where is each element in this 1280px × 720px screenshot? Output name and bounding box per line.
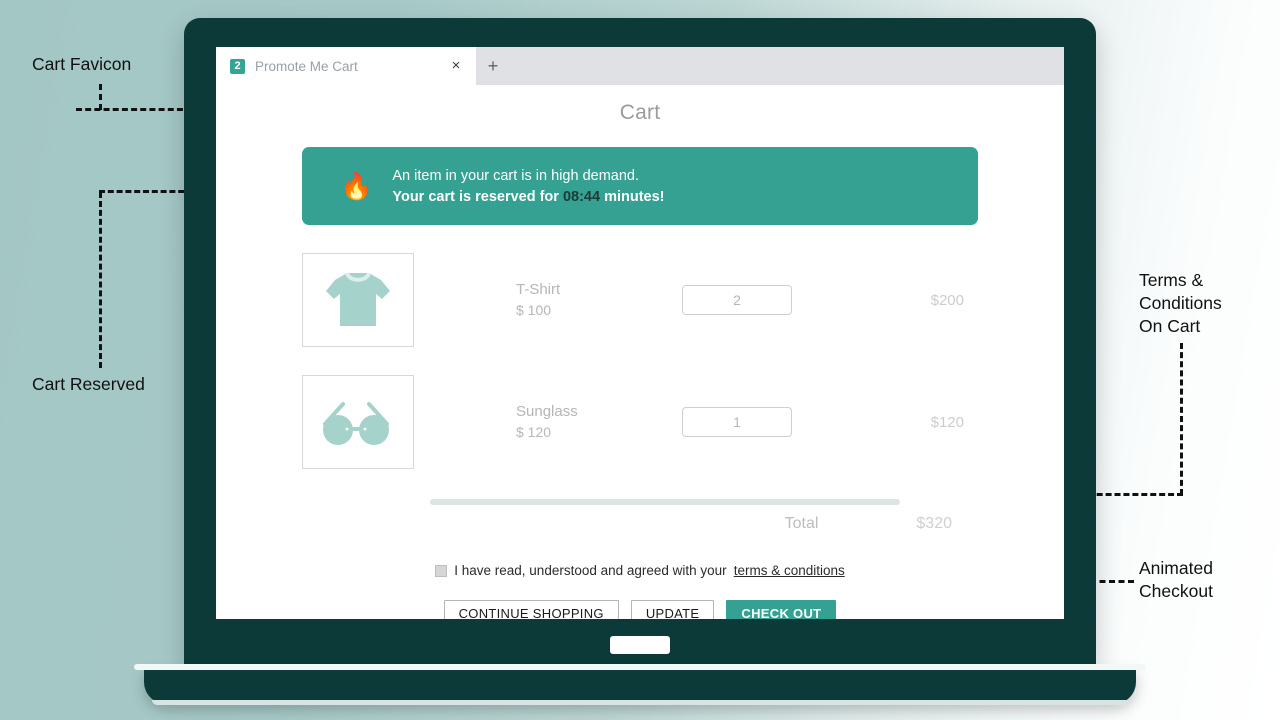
annotation-terms-on-cart-line-vertical (1180, 343, 1183, 495)
screenshot-stage: Cart Favicon Cart Reserved Terms & Condi… (0, 0, 1280, 720)
terms-agreement-row: I have read, understood and agreed with … (302, 563, 978, 578)
cart-row: Sunglass $ 120 1 $120 (302, 375, 978, 469)
cart-actions: CONTINUE SHOPPING UPDATE CHECK OUT (302, 600, 978, 619)
annotation-terms-on-cart-label: Terms & Conditions On Cart (1139, 270, 1222, 336)
line-total: $120 (930, 413, 964, 431)
banner-line-reserved: Your cart is reserved for 08:44 minutes! (392, 187, 664, 207)
annotation-cart-favicon-label: Cart Favicon (32, 54, 132, 74)
annotation-cart-favicon-line-vertical (99, 84, 102, 110)
update-button[interactable]: UPDATE (630, 600, 715, 619)
product-thumbnail-tshirt (302, 253, 414, 347)
browser-tab-promote-me-cart[interactable]: 2 Promote Me Cart × (216, 47, 476, 85)
totals-divider (430, 499, 900, 505)
quantity-input[interactable]: 1 (682, 407, 792, 437)
banner-text: An item in your cart is in high demand. … (392, 166, 664, 207)
terms-checkbox[interactable] (435, 564, 448, 577)
annotation-animated-checkout-label: Animated Checkout (1139, 558, 1213, 601)
tab-title: Promote Me Cart (255, 58, 358, 74)
banner-line-demand: An item in your cart is in high demand. (392, 167, 639, 184)
line-total: $200 (930, 291, 964, 309)
laptop-screen: 2 Promote Me Cart × + Cart 🔥 An item in … (216, 47, 1064, 619)
product-unit-price: $ 120 (516, 424, 552, 440)
total-value: $320 (916, 515, 952, 532)
product-details: Sunglass $ 120 (516, 401, 682, 443)
banner-reserved-prefix: Your cart is reserved for (392, 188, 563, 205)
cart-favicon-badge: 2 (230, 58, 245, 74)
browser-tabstrip: 2 Promote Me Cart × + (216, 47, 1064, 85)
product-name: Sunglass (516, 403, 578, 420)
reservation-timer: 08:44 (562, 188, 601, 205)
laptop-trackpad (610, 636, 670, 654)
new-tab-icon[interactable]: + (476, 47, 510, 85)
terms-text: I have read, understood and agreed with … (454, 563, 727, 578)
product-unit-price: $ 100 (516, 302, 552, 318)
close-icon[interactable]: × (448, 58, 464, 74)
banner-reserved-suffix: minutes! (600, 188, 665, 205)
cart-row: T-Shirt $ 100 2 $200 (302, 253, 978, 347)
sunglass-icon (323, 402, 389, 445)
cart-page: Cart 🔥 An item in your cart is in high d… (216, 85, 1064, 619)
tshirt-icon (326, 272, 390, 326)
laptop-base-lip (152, 700, 1128, 705)
laptop-base (134, 664, 1146, 704)
high-demand-banner: 🔥 An item in your cart is in high demand… (302, 147, 978, 225)
quantity-input[interactable]: 2 (682, 285, 792, 315)
check-out-button[interactable]: CHECK OUT (726, 600, 837, 619)
annotation-cart-reserved-line-vertical (99, 192, 102, 368)
laptop-frame: 2 Promote Me Cart × + Cart 🔥 An item in … (184, 18, 1096, 670)
product-name: T-Shirt (516, 281, 561, 298)
page-title: Cart (619, 101, 661, 124)
product-thumbnail-sunglass (302, 375, 414, 469)
product-details: T-Shirt $ 100 (516, 279, 682, 321)
total-label: Total (784, 515, 819, 532)
flame-icon: 🔥 (340, 171, 373, 201)
totals-row: Total $320 (302, 515, 978, 533)
terms-and-conditions-link[interactable]: terms & conditions (734, 563, 845, 578)
continue-shopping-button[interactable]: CONTINUE SHOPPING (443, 600, 619, 619)
annotation-cart-reserved-label: Cart Reserved (32, 374, 145, 394)
